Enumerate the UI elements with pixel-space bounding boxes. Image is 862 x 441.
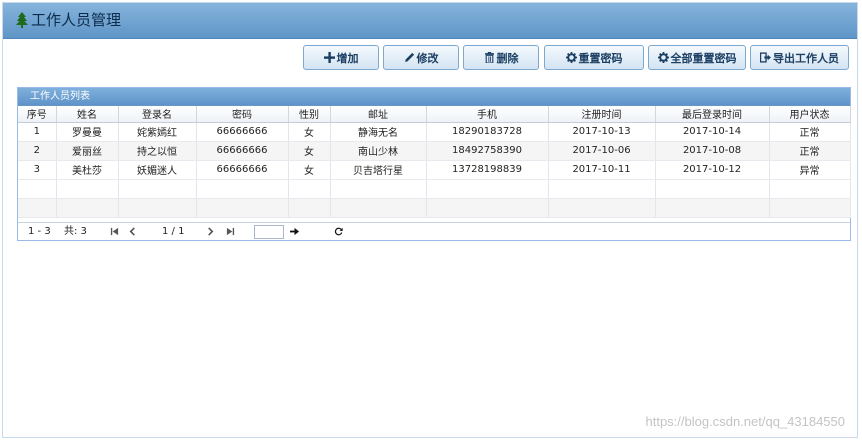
table-cell: 66666666 [196, 141, 289, 161]
table-cell: 贝吉塔行星 [330, 160, 427, 180]
add-button-label: 增加 [336, 51, 359, 65]
page-indicator: 1 / 1 [162, 226, 185, 237]
main-panel: 工作人员管理 增加 修改 删除 重置密码 全部重置密码 导出工作人员 工作人员列… [2, 2, 858, 438]
export-staff-label: 导出工作人员 [773, 51, 839, 65]
tree-icon [16, 12, 28, 28]
table-cell: 1 [18, 122, 57, 142]
next-page-icon[interactable] [206, 227, 215, 236]
table-cell: 2017-10-08 [655, 141, 770, 161]
pencil-icon [404, 52, 414, 62]
table-row[interactable]: 2 爱丽丝 持之以恒 66666666 女 南山少林 18492758390 2… [18, 141, 851, 161]
table-cell: 2017-10-06 [548, 141, 656, 161]
table-cell: 18492758390 [426, 141, 549, 161]
column-header[interactable]: 手机 [426, 106, 549, 123]
total-count: 共: 3 [64, 226, 87, 237]
table-cell: 南山少林 [330, 141, 427, 161]
table-header-row: 序号 姓名 登录名 密码 性别 邮址 手机 注册时间 最后登录时间 用户状态 [18, 106, 851, 123]
table-row[interactable]: 1 罗曼曼 姹紫嫣红 66666666 女 静海无名 18290183728 2… [18, 122, 851, 142]
status-cell: 正常 [769, 122, 851, 142]
table-cell: 女 [288, 141, 331, 161]
empty-row [18, 198, 851, 218]
table-cell: 女 [288, 160, 331, 180]
trash-icon [484, 52, 494, 63]
status-cell: 异常 [769, 160, 851, 180]
column-header[interactable]: 邮址 [330, 106, 427, 123]
table-cell: 2017-10-13 [548, 122, 656, 142]
table-cell: 女 [288, 122, 331, 142]
table-cell: 3 [18, 160, 57, 180]
plus-icon [323, 52, 335, 63]
go-arrow-icon[interactable] [290, 227, 299, 236]
column-header[interactable]: 性别 [288, 106, 331, 123]
status-cell: 正常 [769, 141, 851, 161]
table-cell: 2017-10-14 [655, 122, 770, 142]
column-header[interactable]: 密码 [196, 106, 289, 123]
table-cell: 罗曼曼 [56, 122, 119, 142]
page-header: 工作人员管理 [3, 3, 857, 39]
prev-page-icon[interactable] [128, 227, 137, 236]
empty-row [18, 179, 851, 199]
reset-all-passwords-button[interactable]: 全部重置密码 [648, 45, 746, 70]
refresh-icon[interactable] [334, 227, 343, 236]
table-cell: 爱丽丝 [56, 141, 119, 161]
column-header[interactable]: 用户状态 [769, 106, 851, 123]
table-cell: 2 [18, 141, 57, 161]
grid-title: 工作人员列表 [18, 88, 850, 106]
table-cell: 66666666 [196, 160, 289, 180]
table-cell: 2017-10-11 [548, 160, 656, 180]
reset-all-passwords-label: 全部重置密码 [670, 51, 737, 65]
column-header[interactable]: 序号 [18, 106, 57, 123]
table-row[interactable]: 3 美杜莎 妖媚迷人 66666666 女 贝吉塔行星 13728198839 … [18, 160, 851, 180]
staff-grid: 工作人员列表 序号 姓名 登录名 密码 性别 邮址 手机 注册时间 最后登录时间… [17, 87, 851, 241]
reset-password-label: 重置密码 [578, 51, 623, 65]
gear-icon [657, 52, 669, 63]
staff-table: 序号 姓名 登录名 密码 性别 邮址 手机 注册时间 最后登录时间 用户状态 1… [18, 106, 851, 218]
delete-button-label: 删除 [496, 51, 519, 65]
table-cell: 妖媚迷人 [118, 160, 197, 180]
first-page-icon[interactable] [110, 227, 119, 236]
column-header[interactable]: 最后登录时间 [655, 106, 770, 123]
page-number-input[interactable] [254, 225, 284, 239]
add-button[interactable]: 增加 [303, 45, 379, 70]
export-staff-button[interactable]: 导出工作人员 [750, 45, 849, 70]
page-range: 1 - 3 [28, 226, 51, 237]
table-cell: 姹紫嫣红 [118, 122, 197, 142]
last-page-icon[interactable] [226, 227, 235, 236]
table-cell: 13728198839 [426, 160, 549, 180]
reset-password-button[interactable]: 重置密码 [544, 45, 644, 70]
edit-button-label: 修改 [416, 51, 439, 65]
delete-button[interactable]: 删除 [463, 45, 539, 70]
table-cell: 静海无名 [330, 122, 427, 142]
table-cell: 2017-10-12 [655, 160, 770, 180]
page-title: 工作人员管理 [31, 11, 122, 29]
gear-icon [565, 52, 577, 63]
table-cell: 66666666 [196, 122, 289, 142]
column-header[interactable]: 登录名 [118, 106, 197, 123]
table-cell: 18290183728 [426, 122, 549, 142]
table-cell: 美杜莎 [56, 160, 119, 180]
pagination-bar: 1 - 3 共: 3 1 / 1 [18, 222, 850, 240]
export-icon [760, 52, 771, 63]
column-header[interactable]: 注册时间 [548, 106, 656, 123]
edit-button[interactable]: 修改 [383, 45, 459, 70]
column-header[interactable]: 姓名 [56, 106, 119, 123]
watermark: https://blog.csdn.net/qq_43184550 [645, 414, 846, 429]
table-cell: 持之以恒 [118, 141, 197, 161]
